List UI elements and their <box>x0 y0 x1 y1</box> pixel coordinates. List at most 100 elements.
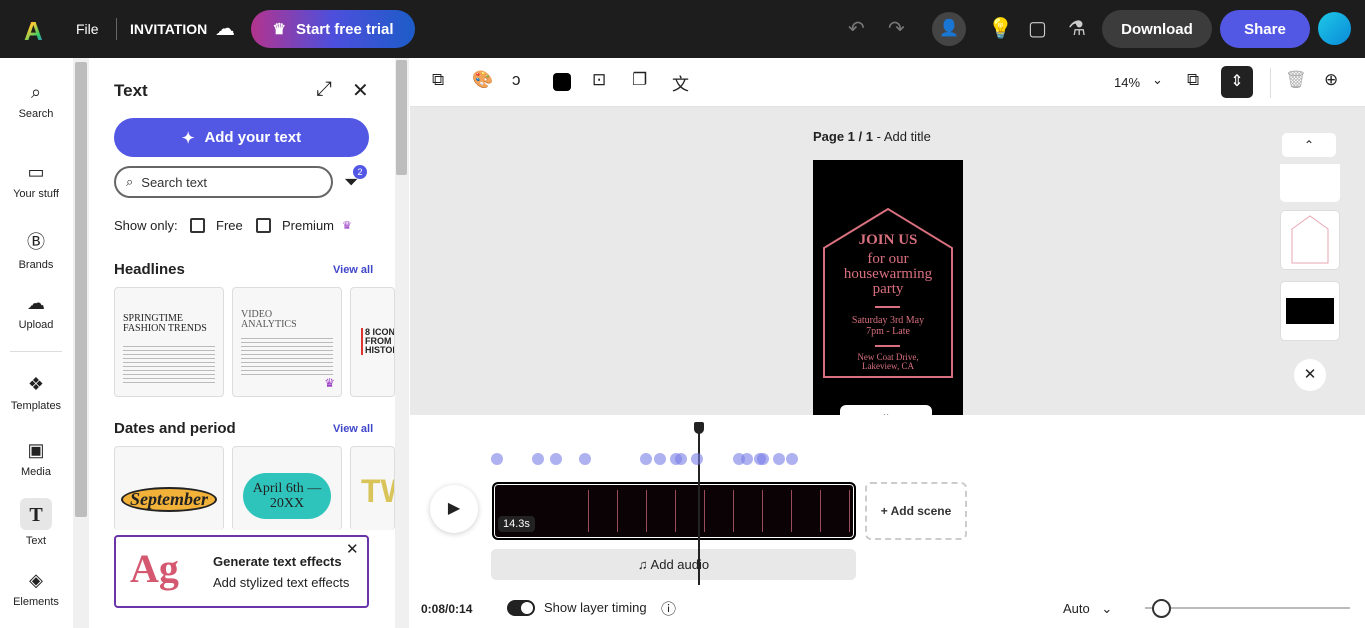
fill-color-swatch[interactable] <box>553 73 571 91</box>
layer-marker[interactable] <box>741 453 753 465</box>
zoom-level[interactable]: 14% <box>1114 75 1140 90</box>
text-effects-promo[interactable]: Ag Generate text effects Add stylized te… <box>114 535 369 608</box>
headlines-view-all[interactable]: View all <box>333 264 373 276</box>
close-icon[interactable]: ✕ <box>346 540 359 558</box>
dates-view-all[interactable]: View all <box>333 423 373 435</box>
page-thumb[interactable] <box>1280 164 1340 202</box>
layer-marker[interactable] <box>757 453 769 465</box>
search-icon: ⌕ <box>30 82 42 102</box>
translate-icon[interactable]: 文 <box>672 70 689 95</box>
palette-icon[interactable]: 🎨 <box>472 70 493 90</box>
page-thumb[interactable] <box>1280 210 1340 270</box>
layer-marker[interactable] <box>491 453 503 465</box>
comment-icon[interactable]: ▢ <box>1028 16 1047 41</box>
show-only-label: Show only: <box>114 218 178 233</box>
date-thumb[interactable]: April 6th —20XX <box>232 446 342 530</box>
headline-thumb[interactable]: SPRINGTIME FASHION TRENDS <box>114 287 224 397</box>
trash-icon[interactable]: 🗑 <box>1285 70 1307 90</box>
chevron-down-icon[interactable]: ⌄ <box>1152 72 1163 88</box>
playhead-handle[interactable] <box>694 422 704 434</box>
premium-label: Premium <box>282 218 335 233</box>
free-checkbox[interactable] <box>190 218 205 233</box>
search-text-input[interactable]: ⌕ Search text <box>114 166 333 198</box>
arrange-button[interactable]: ⇕ <box>1221 66 1253 98</box>
left-rail: ⌕ Search ▭ Your stuff Ⓑ Brands ☁ Upload ❖ Tem… <box>0 58 72 628</box>
document-title[interactable]: INVITATION <box>130 21 207 37</box>
layers-icon[interactable]: ❐ <box>632 70 647 90</box>
start-free-trial-button[interactable]: ♛ Start free trial <box>251 10 415 48</box>
zoom-slider-track[interactable] <box>1145 607 1350 609</box>
text-panel: Text ⤢ ✕ ✦ Add your text ⌕ Search text ⏷ 2… <box>90 58 395 628</box>
templates-icon: ❖ <box>27 374 45 394</box>
layer-marker[interactable] <box>654 453 666 465</box>
close-icon[interactable]: ✕ <box>352 78 369 103</box>
pages-up-button[interactable]: ⌃ <box>1282 133 1336 157</box>
headline-thumb[interactable]: VIDEO ANALYTICS ♛ <box>232 287 342 397</box>
rail-scrollbar[interactable] <box>73 58 89 628</box>
editor-toolbar: ⧉ 🎨 ↄ ⊡ ❐ 文 14% ⌄ ⧉ ⇕ 🗑 ⊕ <box>410 58 1365 107</box>
layer-marker[interactable] <box>532 453 544 465</box>
undo-icon[interactable]: ↶ <box>848 16 865 41</box>
chevron-down-icon: ⌄ <box>1101 601 1113 616</box>
pages-icon[interactable]: ⧉ <box>1187 70 1199 90</box>
folder-icon: ▭ <box>27 162 45 182</box>
free-label: Free <box>216 218 243 233</box>
share-button[interactable]: Share <box>1220 10 1310 48</box>
zoom-slider-handle[interactable] <box>1152 599 1171 618</box>
add-title-link[interactable]: - Add title <box>873 129 931 144</box>
divider <box>1270 68 1271 98</box>
rail-brands[interactable]: Ⓑ Brands <box>0 228 72 271</box>
play-button[interactable]: ▶ <box>430 485 478 533</box>
date-thumb[interactable]: September <box>114 446 224 530</box>
headline-thumb[interactable]: 8 ICONI FROM HISTOR <box>350 287 395 397</box>
promo-title: Generate text effects <box>213 554 342 569</box>
layer-marker[interactable] <box>786 453 798 465</box>
speed-select[interactable]: Auto ⌄ <box>1063 601 1112 617</box>
close-pages-button[interactable]: ✕ <box>1294 359 1326 391</box>
promo-art: Ag <box>130 546 179 591</box>
avatar[interactable] <box>1318 12 1351 45</box>
divider <box>116 18 117 40</box>
rail-your-stuff[interactable]: ▭ Your stuff <box>0 162 72 200</box>
house-thumb-icon <box>1291 215 1329 264</box>
add-scene-button[interactable]: + Add scene <box>865 482 967 540</box>
layer-marker[interactable] <box>691 453 703 465</box>
panel-scrollbar[interactable] <box>395 58 409 628</box>
redo-icon[interactable]: ↷ <box>888 16 905 41</box>
add-text-sparkle-icon: ✦ <box>181 129 195 147</box>
scene-clip[interactable]: 14.3s <box>492 482 856 540</box>
rail-elements[interactable]: ◈ Elements <box>0 570 72 608</box>
layer-marker[interactable] <box>550 453 562 465</box>
rail-search[interactable]: ⌕ Search <box>0 82 72 120</box>
date-thumb[interactable]: TW <box>350 446 395 530</box>
page-thumb[interactable] <box>1280 281 1340 341</box>
lightbulb-icon[interactable]: 💡 <box>988 16 1013 41</box>
resize-icon[interactable]: ⧉ <box>432 70 444 90</box>
layer-marker[interactable] <box>579 453 591 465</box>
rail-media[interactable]: ▣ Media <box>0 440 72 478</box>
file-menu[interactable]: File <box>76 21 99 37</box>
invitation-page[interactable]: JOIN US for our housewarming party Satur… <box>813 160 963 415</box>
border-icon[interactable]: ⊡ <box>592 70 606 90</box>
animation-icon[interactable]: ↄ <box>512 70 521 90</box>
adobe-express-logo[interactable]: A <box>24 16 43 47</box>
layer-marker[interactable] <box>675 453 687 465</box>
download-button[interactable]: Download <box>1102 10 1212 48</box>
playhead[interactable] <box>698 423 700 585</box>
rail-templates[interactable]: ❖ Templates <box>0 374 72 412</box>
add-icon[interactable]: ⊕ <box>1324 70 1338 90</box>
expand-icon[interactable]: ⤢ <box>316 78 332 101</box>
panel-title: Text <box>114 81 148 100</box>
add-your-text-button[interactable]: ✦ Add your text <box>114 118 369 157</box>
info-icon[interactable]: ⓘ <box>661 598 676 619</box>
rail-text[interactable]: T Text <box>0 504 72 547</box>
layer-timing-toggle[interactable] <box>507 600 535 616</box>
rail-upload[interactable]: ☁ Upload <box>0 293 72 331</box>
invite-button[interactable]: 👤 <box>932 12 966 46</box>
layer-marker[interactable] <box>640 453 652 465</box>
layer-marker[interactable] <box>773 453 785 465</box>
premium-checkbox[interactable] <box>256 218 271 233</box>
canvas-area: Page 1 / 1 - Add title JOIN US for our h… <box>410 107 1365 420</box>
flask-icon[interactable]: ⚗ <box>1068 16 1086 41</box>
add-audio-button[interactable]: ♫ Add audio <box>491 549 856 580</box>
